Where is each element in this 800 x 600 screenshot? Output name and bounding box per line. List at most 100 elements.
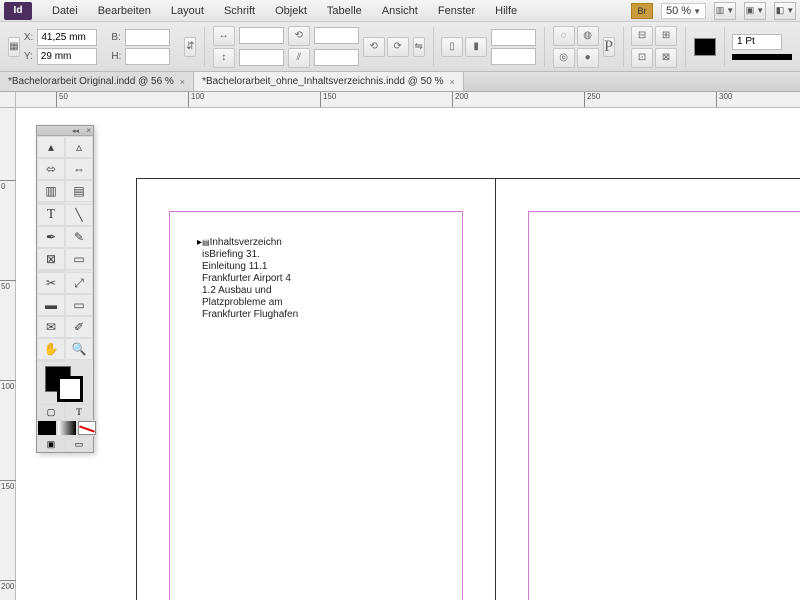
align-2-icon[interactable]: ⊞ [655, 26, 677, 46]
constrain-proportions-icon[interactable]: ⇵ [184, 37, 196, 57]
line-tool-icon[interactable]: ╲ [65, 204, 93, 226]
gradient-swatch-tool-icon[interactable]: ▬ [37, 294, 65, 316]
content-placer-icon[interactable]: ▤ [65, 180, 93, 202]
content-collector-icon[interactable]: ▥ [37, 180, 65, 202]
menu-ansicht[interactable]: Ansicht [372, 3, 428, 19]
note-tool-icon[interactable]: ✉ [37, 316, 65, 338]
horizontal-ruler[interactable]: 50 100 150 200 250 300 [16, 92, 800, 108]
ruler-tick: 300 [716, 92, 732, 108]
flip-icon[interactable]: ⇋ [413, 37, 425, 57]
pathfinder-4-icon[interactable]: ● [577, 48, 599, 68]
scale-x-input[interactable] [239, 27, 284, 44]
menu-bearbeiten[interactable]: Bearbeiten [88, 3, 161, 19]
fill-swatch[interactable] [694, 38, 716, 56]
type-tool-icon[interactable]: T [37, 204, 65, 226]
formatting-text-icon[interactable]: T [65, 404, 93, 420]
scale-y-input[interactable] [239, 49, 284, 66]
apply-none-icon[interactable] [77, 420, 97, 436]
apply-gradient-icon[interactable] [57, 420, 77, 436]
rotate-input[interactable] [314, 27, 359, 44]
height-input[interactable] [125, 48, 170, 65]
h-label: H: [111, 51, 121, 62]
apply-color-icon[interactable] [37, 420, 57, 436]
document-tab[interactable]: *Bachelorarbeit Original.indd @ 56 % × [0, 72, 194, 91]
view-mode-normal-icon[interactable]: ▣ [37, 436, 65, 452]
arrange-icon[interactable]: ◧▼ [774, 2, 796, 20]
text-line: Frankfurter Flughafen [202, 309, 298, 320]
zoom-level[interactable]: 50 %▼ [661, 3, 706, 19]
menu-schrift[interactable]: Schrift [214, 3, 265, 19]
pathfinder-1-icon[interactable]: ◌ [553, 26, 575, 46]
menu-objekt[interactable]: Objekt [265, 3, 317, 19]
select-content-icon[interactable]: ▮ [465, 37, 487, 57]
menu-datei[interactable]: Datei [42, 3, 88, 19]
document-window[interactable]: ▸ ▤Inhaltsverzeichn isBriefing 31. Einle… [16, 108, 800, 600]
align-4-icon[interactable]: ⊠ [655, 48, 677, 68]
align-1-icon[interactable]: ⊟ [631, 26, 653, 46]
panel-header[interactable]: ◂◂ × [37, 126, 93, 136]
bridge-icon[interactable]: Br [631, 3, 653, 19]
text-frame-content[interactable]: ▤Inhaltsverzeichn isBriefing 31. Einleit… [202, 237, 298, 321]
x-input[interactable] [37, 29, 97, 46]
document-tab[interactable]: *Bachelorarbeit_ohne_Inhaltsverzeichnis.… [194, 72, 464, 91]
free-transform-tool-icon[interactable]: ⤢ [65, 272, 93, 294]
document-tabs: *Bachelorarbeit Original.indd @ 56 % × *B… [0, 72, 800, 92]
close-icon[interactable]: × [449, 77, 454, 87]
reference-point-icon[interactable]: ▦ [8, 37, 20, 57]
formatting-container-icon[interactable]: ▢ [37, 404, 65, 420]
left-page[interactable]: ▸ ▤Inhaltsverzeichn isBriefing 31. Einle… [136, 178, 496, 600]
text-on-path-icon[interactable]: P [603, 37, 615, 57]
menu-hilfe[interactable]: Hilfe [485, 3, 527, 19]
ruler-origin[interactable] [0, 92, 16, 108]
stroke-style[interactable] [732, 54, 792, 60]
corner-bot-input[interactable] [491, 48, 536, 65]
screen-mode-icon[interactable]: ▣▼ [744, 2, 766, 20]
menu-tabelle[interactable]: Tabelle [317, 3, 372, 19]
menu-bar: Id Datei Bearbeiten Layout Schrift Objek… [0, 0, 800, 22]
right-page[interactable] [496, 178, 800, 600]
ruler-tick: 150 [0, 480, 16, 491]
pen-tool-icon[interactable]: ✒ [37, 226, 65, 248]
shear-icon[interactable]: ⫽ [288, 48, 310, 68]
tab-label: *Bachelorarbeit Original.indd @ 56 % [8, 76, 174, 87]
stroke-weight-input[interactable]: 1 Pt [732, 34, 782, 50]
rotate-cw-icon[interactable]: ⟳ [387, 37, 409, 57]
rectangle-tool-icon[interactable]: ▭ [65, 248, 93, 270]
rectangle-frame-tool-icon[interactable]: ⊠ [37, 248, 65, 270]
menu-fenster[interactable]: Fenster [428, 3, 485, 19]
rotate-ccw-icon[interactable]: ⟲ [363, 37, 385, 57]
close-icon[interactable]: × [180, 77, 185, 87]
y-input[interactable] [37, 48, 97, 65]
view-options-icon[interactable]: ▥▼ [714, 2, 736, 20]
vertical-ruler[interactable]: 0 50 100 150 200 [0, 108, 16, 600]
direct-selection-tool-icon[interactable]: ▵ [65, 136, 93, 158]
gap-tool-icon[interactable]: ⇔ [65, 158, 93, 180]
page-tool-icon[interactable]: ⬄ [37, 158, 65, 180]
menu-layout[interactable]: Layout [161, 3, 214, 19]
scissors-tool-icon[interactable]: ✂ [37, 272, 65, 294]
fill-stroke-swatch[interactable] [37, 362, 93, 404]
y-label: Y: [24, 51, 33, 62]
stroke-color-icon[interactable] [57, 376, 83, 402]
selection-tool-icon[interactable]: ▴ [37, 136, 65, 158]
scale-x-icon[interactable]: ↔ [213, 26, 235, 46]
tools-panel[interactable]: ◂◂ × ▴ ▵ ⬄ ⇔ ▥ ▤ T ╲ ✒ ✎ ⊠ ▭ ✂ ⤢ ▬ ▭ ✉ ✐… [36, 125, 94, 453]
hand-tool-icon[interactable]: ✋ [37, 338, 65, 360]
pencil-tool-icon[interactable]: ✎ [65, 226, 93, 248]
shear-input[interactable] [314, 49, 359, 66]
eyedropper-tool-icon[interactable]: ✐ [65, 316, 93, 338]
text-line: Frankfurter Airport 4 [202, 273, 291, 284]
select-container-icon[interactable]: ▯ [441, 37, 463, 57]
rotate-icon[interactable]: ⟲ [288, 26, 310, 46]
pathfinder-3-icon[interactable]: ◎ [553, 48, 575, 68]
scale-y-icon[interactable]: ↕ [213, 48, 235, 68]
view-mode-preview-icon[interactable]: ▭ [65, 436, 93, 452]
corner-top-input[interactable] [491, 29, 536, 46]
close-icon[interactable]: × [86, 126, 91, 135]
collapse-icon[interactable]: ◂◂ [72, 127, 79, 135]
zoom-tool-icon[interactable]: 🔍 [65, 338, 93, 360]
pathfinder-2-icon[interactable]: ◍ [577, 26, 599, 46]
gradient-feather-tool-icon[interactable]: ▭ [65, 294, 93, 316]
width-input[interactable] [125, 29, 170, 46]
align-3-icon[interactable]: ⊡ [631, 48, 653, 68]
